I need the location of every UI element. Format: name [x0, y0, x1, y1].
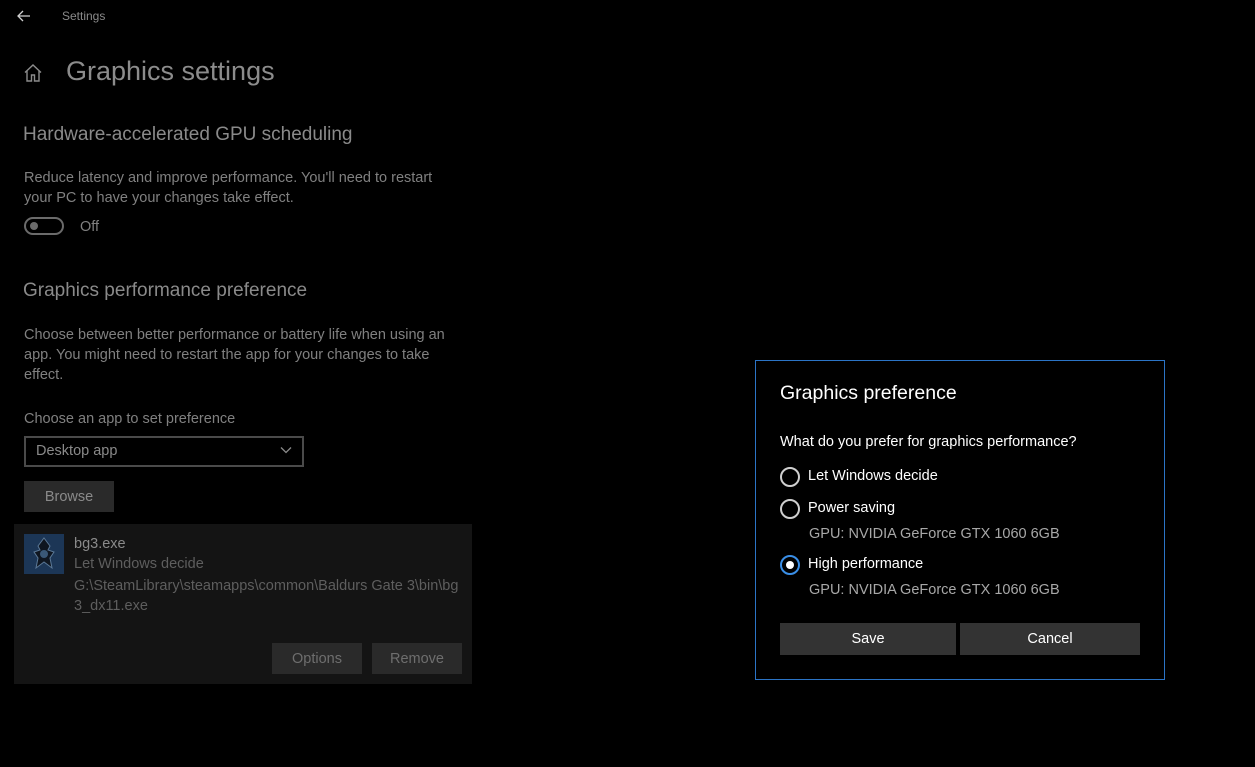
choose-app-label: Choose an app to set preference [24, 411, 236, 427]
window-title: Settings [62, 9, 106, 23]
home-icon[interactable] [22, 62, 44, 84]
perf-pref-description-line1: Choose between better performance or bat… [24, 327, 445, 343]
page-title: Graphics settings [66, 56, 275, 86]
radio-let-windows-decide[interactable] [780, 467, 800, 487]
radio-power-saving[interactable] [780, 499, 800, 519]
dropdown-value: Desktop app [36, 443, 118, 459]
radio-label-let-windows-decide[interactable]: Let Windows decide [808, 468, 938, 484]
high-performance-gpu: GPU: NVIDIA GeForce GTX 1060 6GB [809, 582, 1060, 598]
options-button[interactable]: Options [272, 643, 362, 674]
save-button[interactable]: Save [780, 623, 956, 655]
arrow-left-icon [17, 10, 30, 22]
chevron-down-icon [280, 447, 292, 454]
radio-label-high-performance[interactable]: High performance [808, 556, 923, 572]
gpu-scheduling-description-line2: your PC to have your changes take effect… [24, 190, 294, 206]
app-name: bg3.exe [74, 536, 126, 552]
toggle-knob [30, 222, 38, 230]
app-logo-icon [24, 534, 64, 574]
dialog-title: Graphics preference [780, 382, 957, 404]
app-preference: Let Windows decide [74, 556, 204, 572]
radio-selected-dot [786, 561, 794, 569]
cancel-button[interactable]: Cancel [960, 623, 1140, 655]
app-type-dropdown[interactable]: Desktop app [24, 436, 304, 467]
toggle-state-label: Off [80, 219, 100, 235]
gpu-scheduling-toggle[interactable] [24, 217, 64, 235]
back-button[interactable] [8, 4, 40, 28]
settings-window: Settings Graphics settings Hardware-acce… [0, 0, 1255, 767]
remove-button[interactable]: Remove [372, 643, 462, 674]
browse-button[interactable]: Browse [24, 481, 114, 512]
perf-pref-heading: Graphics performance preference [23, 280, 308, 301]
gpu-scheduling-description-line1: Reduce latency and improve performance. … [24, 170, 433, 186]
power-saving-gpu: GPU: NVIDIA GeForce GTX 1060 6GB [809, 526, 1060, 542]
perf-pref-description-line3: effect. [24, 367, 64, 383]
radio-label-power-saving[interactable]: Power saving [808, 500, 895, 516]
radio-high-performance[interactable] [780, 555, 800, 575]
app-path: G:\SteamLibrary\steamapps\common\Baldurs… [74, 578, 459, 614]
perf-pref-description-line2: app. You might need to restart the app f… [24, 347, 430, 363]
dialog-question: What do you prefer for graphics performa… [780, 434, 1077, 450]
gpu-scheduling-heading: Hardware-accelerated GPU scheduling [23, 124, 353, 145]
